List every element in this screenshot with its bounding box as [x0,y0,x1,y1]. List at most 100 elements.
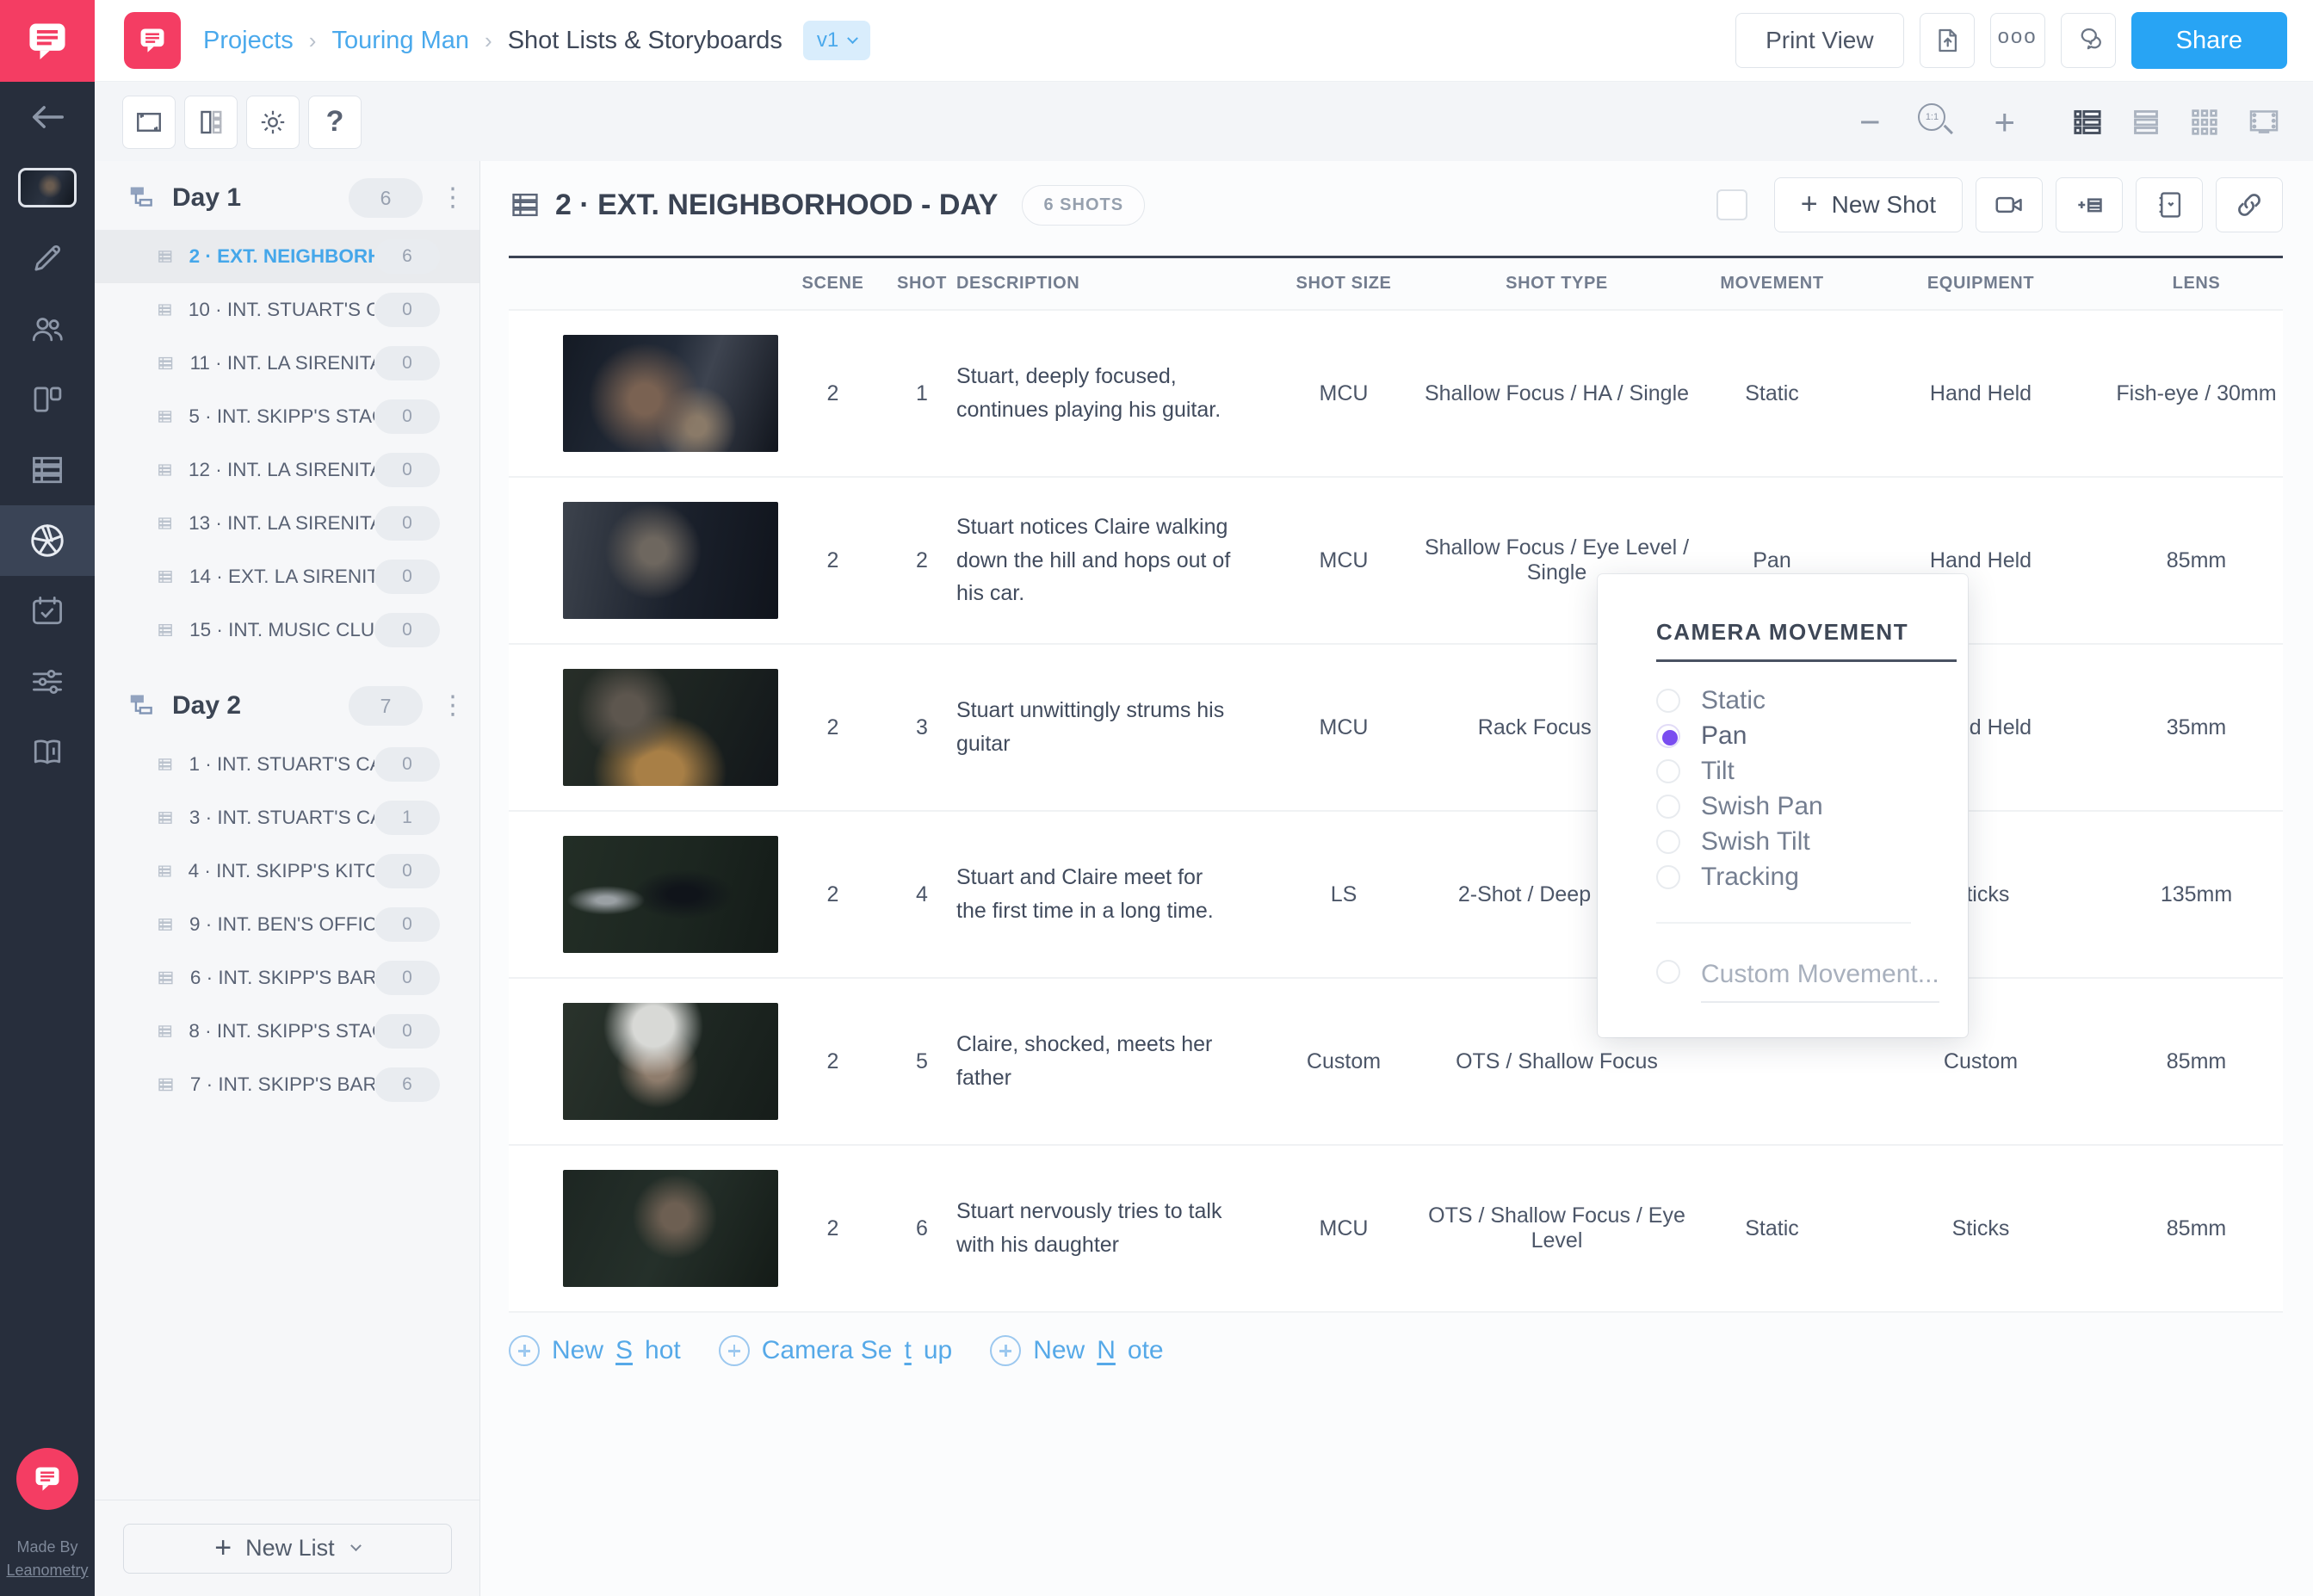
select-all-checkbox[interactable] [1716,189,1747,220]
cell-movement[interactable]: Static [1692,381,1852,406]
scene-list-item[interactable]: 6 · INT. SKIPP'S BAR - NIGHT 0 [95,951,479,1005]
storyboard-thumbnail[interactable] [563,502,778,619]
print-view-button[interactable]: Print View [1735,13,1904,68]
settings-button[interactable] [246,95,300,149]
export-button[interactable] [1919,13,1975,68]
shot-row[interactable]: 2 5 Claire, shocked, meets her father Cu… [509,977,2283,1144]
storyboard-thumbnail[interactable] [563,669,778,786]
rail-item-moodboard[interactable] [0,364,95,435]
add-strip-button[interactable] [2056,177,2123,232]
scene-list-item[interactable]: 7 · INT. SKIPP'S BAR - NIGHT 6 [95,1058,479,1111]
comments-button[interactable] [2060,13,2116,68]
footer-action-link[interactable]: New Shot [509,1335,681,1366]
scene-list-item[interactable]: 2 · EXT. NEIGHBORHOOD - D... 6 [95,230,479,283]
scene-list-item[interactable]: 12 · INT. LA SIRENITA BATHRO... 0 [95,443,479,497]
cell-equipment[interactable]: Hand Held [1852,381,2110,406]
footer-action-link[interactable]: Camera Se t up [718,1335,952,1366]
cell-description[interactable]: Stuart nervously tries to talk with his … [956,1195,1266,1262]
custom-movement-option[interactable]: Custom Movement... [1656,960,1968,1003]
shot-row[interactable]: 2 6 Stuart nervously tries to talk with … [509,1144,2283,1311]
scene-list-item[interactable]: 10 · INT. STUART'S CAR - NIGHT 0 [95,283,479,337]
made-by-credit[interactable]: Made By Leanometry [0,1536,95,1582]
scene-list-item[interactable]: 11 · INT. LA SIRENITA - NIGHT 0 [95,337,479,390]
movement-option[interactable]: Tilt [1656,753,1968,789]
list-detail-view-toggle[interactable] [2070,105,2105,139]
rail-item-stripboard[interactable] [0,435,95,505]
filmstrip-view-toggle[interactable] [2246,105,2282,139]
shot-row[interactable]: 2 2 Stuart notices Claire walking down t… [509,476,2283,643]
studiobinder-badge[interactable] [16,1448,78,1510]
scene-list-item[interactable]: 4 · INT. SKIPP'S KITCHEN - NIG... 0 [95,844,479,898]
movement-option[interactable]: Pan [1656,718,1968,753]
cell-lens[interactable]: Fish-eye / 30mm [2110,381,2283,406]
cell-shot-size[interactable]: MCU [1266,548,1421,573]
app-badge[interactable] [124,12,181,69]
day-group-header[interactable]: Day 2 7 ⋮ [95,674,479,738]
cell-equipment[interactable]: Hand Held [1852,548,2110,573]
cell-shot-type[interactable]: Shallow Focus / HA / Single [1421,381,1692,406]
scene-list-item[interactable]: 15 · INT. MUSIC CLUB - NIGHT 0 [95,603,479,657]
kebab-menu-icon[interactable]: ⋮ [440,185,466,211]
scene-list-item[interactable]: 5 · INT. SKIPP'S STAGE - NIGHT 0 [95,390,479,443]
cell-shot-size[interactable]: Custom [1266,1049,1421,1074]
rail-item-reports[interactable] [0,717,95,788]
storyboard-thumbnail[interactable] [563,335,778,452]
storyboard-thumbnail[interactable] [563,1170,778,1287]
day-group-header[interactable]: Day 1 6 ⋮ [95,166,479,230]
scene-list-item[interactable]: 3 · INT. STUART'S CAR - DUSK 1 [95,791,479,844]
cell-description[interactable]: Stuart notices Claire walking down the h… [956,510,1266,610]
scene-list-item[interactable]: 14 · EXT. LA SIRENITA - NIGHT 0 [95,550,479,603]
cell-movement[interactable]: Static [1692,1216,1852,1241]
scene-list-item[interactable]: 8 · INT. SKIPP'S STAGE - NIGHT 0 [95,1005,479,1058]
copy-link-button[interactable] [2216,177,2283,232]
cell-lens[interactable]: 85mm [2110,548,2283,573]
cell-shot-size[interactable]: LS [1266,882,1421,907]
columns-button[interactable] [184,95,238,149]
shot-row[interactable]: 2 1 Stuart, deeply focused, continues pl… [509,309,2283,476]
zoom-out-button[interactable]: − [1859,103,1881,140]
cell-shot-type[interactable]: OTS / Shallow Focus / Eye Level [1421,1203,1692,1253]
cell-lens[interactable]: 85mm [2110,1216,2283,1241]
shot-row[interactable]: 2 3 Stuart unwittingly strums his guitar… [509,643,2283,810]
footer-action-link[interactable]: New Note [990,1335,1164,1366]
cell-lens[interactable]: 85mm [2110,1049,2283,1074]
scene-list-item[interactable]: 9 · INT. BEN'S OFFICE - NIGHT 0 [95,898,479,951]
camera-setup-button[interactable] [1976,177,2043,232]
rail-item-calendar[interactable] [0,576,95,646]
cell-movement[interactable]: Pan [1692,548,1852,573]
rail-item-shot-list[interactable] [0,505,95,576]
cell-description[interactable]: Claire, shocked, meets her father [956,1028,1266,1095]
more-options-button[interactable]: ooo [1989,13,2045,68]
rail-item-settings[interactable] [0,646,95,717]
rows-view-toggle[interactable] [2129,105,2163,139]
cell-shot-type[interactable]: OTS / Shallow Focus [1421,1049,1692,1074]
cell-equipment[interactable]: Custom [1852,1049,2110,1074]
cell-description[interactable]: Stuart and Claire meet for the first tim… [956,861,1266,928]
notebook-button[interactable] [2136,177,2203,232]
cell-shot-size[interactable]: MCU [1266,1216,1421,1241]
movement-option[interactable]: Tracking [1656,859,1968,894]
brand-logo[interactable] [0,0,95,82]
rail-item-contacts[interactable] [0,294,95,364]
project-thumbnail[interactable] [0,152,95,223]
rail-item-edit[interactable] [0,223,95,294]
cell-shot-size[interactable]: MCU [1266,715,1421,740]
back-button[interactable] [0,82,95,152]
shot-row[interactable]: 2 4 Stuart and Claire meet for the first… [509,810,2283,977]
new-list-button[interactable]: + New List [122,1523,452,1574]
cell-equipment[interactable]: Sticks [1852,1216,2110,1241]
movement-option[interactable]: Swish Tilt [1656,824,1968,859]
breadcrumb-project-name[interactable]: Touring Man [331,27,469,55]
help-button[interactable]: ? [308,95,362,149]
version-selector[interactable]: v1 [802,21,871,60]
cell-description[interactable]: Stuart unwittingly strums his guitar [956,694,1266,761]
cell-lens[interactable]: 35mm [2110,715,2283,740]
share-button[interactable]: Share [2131,12,2287,69]
cell-description[interactable]: Stuart, deeply focused, continues playin… [956,360,1266,427]
movement-option[interactable]: Swish Pan [1656,789,1968,824]
cell-shot-size[interactable]: MCU [1266,381,1421,406]
scene-list-item[interactable]: 1 · INT. STUART'S CAR - NIGHT 0 [95,738,479,791]
breadcrumb-projects[interactable]: Projects [203,27,294,55]
cell-lens[interactable]: 135mm [2110,882,2283,907]
aspect-ratio-button[interactable] [122,95,176,149]
